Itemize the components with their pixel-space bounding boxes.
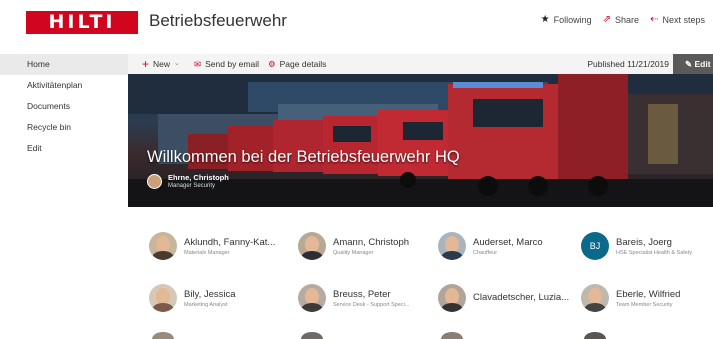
new-button[interactable]: + New ⌄ [142,54,180,74]
person-name: Clavadetscher, Luzia... [473,291,570,303]
hero-author[interactable]: Ehrne, Christoph Manager Security [147,173,229,190]
page-details-label: Page details [279,59,327,69]
mail-icon: ✉ [194,59,202,69]
share-button[interactable]: ⇗ Share [603,14,639,25]
person-name: Eberle, Wilfried [616,288,681,300]
command-bar: + New ⌄ ✉ Send by email ⚙ Page details P… [128,54,713,74]
send-by-email-button[interactable]: ✉ Send by email [194,54,259,74]
person-role: Team Member Security [616,301,673,308]
person-card[interactable]: Auderset, Marco Chauffeur [438,232,543,260]
nav-item-documents[interactable]: Documents [0,96,128,117]
person-card[interactable]: Aklundh, Fanny-Kat... Materials Manager [149,232,275,260]
send-by-email-label: Send by email [205,59,259,69]
next-steps-button[interactable]: ⇠ Next steps [650,14,705,25]
plus-icon: + [142,57,150,71]
published-date: Published 11/21/2019 [587,59,669,69]
avatar: BJ [581,232,609,260]
person-role: Materials Manager [184,249,230,256]
edit-label: Edit [694,59,711,69]
avatar [438,232,466,260]
person-role: Marketing Analyst [184,301,228,308]
nav-item-home[interactable]: Home [0,54,128,75]
settings-icon: ⚙ [268,59,276,69]
edit-button[interactable]: ✎ Edit [673,54,713,74]
chevron-down-icon: ⌄ [174,60,180,67]
nav-item-aktivitaetenplan[interactable]: Aktivitätenplan [0,75,128,96]
site-title[interactable]: Betriebsfeuerwehr [149,11,287,31]
avatar [152,332,174,339]
person-card[interactable]: Breuss, Peter Service Desk - Support Spe… [298,284,409,312]
share-label: Share [615,14,640,25]
author-name: Ehrne, Christoph [168,173,229,182]
following-button[interactable]: ★ Following [541,14,592,25]
hero-banner: Willkommen bei der Betriebsfeuerwehr HQ … [128,74,713,207]
person-name: Aklundh, Fanny-Kat... [184,236,276,248]
person-card[interactable]: BJ Bareis, Joerg HSE Specialist Health &… [581,232,692,260]
person-card[interactable]: Eberle, Wilfried Team Member Security [581,284,680,312]
new-label: New [153,59,171,69]
hero-title: Willkommen bei der Betriebsfeuerwehr HQ [147,148,460,166]
person-name: Auderset, Marco [473,236,543,248]
page-details-button[interactable]: ⚙ Page details [268,54,326,74]
avatar [584,332,606,339]
person-role: Quality Manager [333,249,374,256]
avatar [438,284,466,312]
avatar [581,284,609,312]
top-actions: ★ Following ⇗ Share ⇠ Next steps [541,14,705,25]
person-name: Bily, Jessica [184,288,236,300]
site-header: HILTI Betriebsfeuerwehr ★ Following ⇗ Sh… [0,0,713,44]
people-web-part: Aklundh, Fanny-Kat... Materials Manager … [128,207,713,339]
avatar [301,332,323,339]
person-card[interactable]: Bily, Jessica Marketing Analyst [149,284,236,312]
person-name: Amann, Christoph [333,236,410,248]
person-card[interactable]: Clavadetscher, Luzia... [438,284,569,312]
avatar [147,174,162,189]
author-role: Manager Security [168,183,216,189]
person-name: Breuss, Peter [333,288,391,300]
star-icon: ★ [540,14,550,25]
nav-item-recycle-bin[interactable]: Recycle bin [0,117,128,138]
avatar [298,284,326,312]
nav-item-edit[interactable]: Edit [0,138,128,159]
next-steps-label: Next steps [662,14,705,25]
avatar [441,332,463,339]
avatar [149,232,177,260]
following-label: Following [553,14,592,25]
share-icon: ⇗ [602,14,612,25]
hilti-logo[interactable]: HILTI [26,11,138,34]
pencil-icon: ✎ [685,59,693,69]
avatar [298,232,326,260]
next-steps-icon: ⇠ [650,14,659,25]
person-role: Chauffeur [473,249,498,256]
avatar [149,284,177,312]
person-role: Service Desk - Support Speci... [333,301,410,308]
person-card[interactable]: Amann, Christoph Quality Manager [298,232,409,260]
left-navigation: Home Aktivitätenplan Documents Recycle b… [0,54,128,339]
person-role: HSE Specialist Health & Safety [616,249,693,256]
person-name: Bareis, Joerg [616,236,672,248]
